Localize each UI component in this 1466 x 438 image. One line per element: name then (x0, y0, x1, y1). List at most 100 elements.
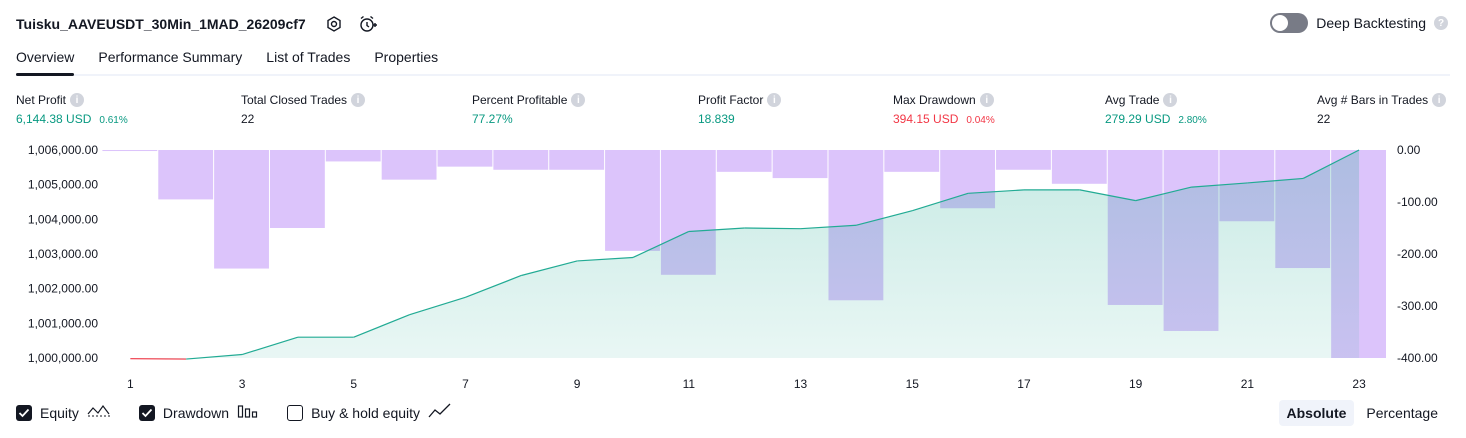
metric-label: Percent Profitable (472, 93, 568, 107)
settings-icon[interactable] (324, 14, 344, 34)
drawdown-bar (437, 150, 493, 167)
metric-percent: 0.04% (966, 115, 995, 126)
drawdown-bar (716, 150, 772, 172)
drawdown-checkbox[interactable] (138, 404, 155, 421)
metric-value: 279.29 USD (1105, 112, 1171, 126)
header: Tuisku_AAVEUSDT_30Min_1MAD_26209cf7 (16, 12, 378, 36)
drawdown-bar (493, 150, 549, 170)
metric-label: Max Drawdown (893, 93, 976, 107)
drawdown-bar (828, 150, 884, 301)
equity-line-segment (1247, 177, 1304, 184)
drawdown-bar (772, 150, 828, 179)
metric-label: Avg # Bars in Trades (1317, 93, 1429, 107)
metric-value: 6,144.38 USD (16, 112, 92, 126)
x-tick-label: 11 (683, 377, 696, 391)
equity-line-segment (577, 256, 634, 262)
metric-label: Profit Factor (698, 93, 764, 107)
deep-backtesting-label: Deep Backtesting (1316, 15, 1426, 31)
tab-overview[interactable]: Overview (16, 46, 75, 76)
equity-line-segment (1302, 149, 1360, 179)
metric-total-closed-trades: Total Closed Trades i 22 (241, 93, 366, 126)
add-alert-icon[interactable] (358, 14, 378, 34)
drawdown-bar (1163, 150, 1219, 331)
help-icon[interactable]: ? (1434, 16, 1448, 30)
metric-percent-profitable: Percent Profitable i 77.27% (472, 93, 586, 126)
legend-drawdown[interactable]: Drawdown (138, 403, 259, 422)
mode-absolute-button[interactable]: Absolute (1278, 400, 1355, 426)
metric-label: Total Closed Trades (241, 93, 348, 107)
metric-label: Net Profit (16, 93, 67, 107)
equity-line-segment (521, 260, 578, 277)
mode-percentage-button[interactable]: Percentage (1358, 400, 1446, 426)
info-icon[interactable]: i (351, 93, 366, 107)
metric-value: 18.839 (698, 112, 735, 126)
y-left-tick-label: 1,006,000.00 (28, 143, 98, 157)
drawdown-bars-icon (237, 403, 259, 422)
drawdown-bar (269, 150, 325, 228)
equity-line-segment (409, 296, 466, 316)
equity-line-segment (353, 314, 410, 338)
info-icon[interactable]: i (767, 93, 782, 107)
metric-value: 22 (1317, 112, 1331, 126)
equity-line-segment (241, 336, 299, 356)
tab-properties[interactable]: Properties (374, 46, 438, 74)
chart-legend: Equity Drawdown Buy & hold equity (16, 403, 452, 422)
drawdown-bar (1219, 150, 1275, 222)
metric-value: 394.15 USD (893, 112, 959, 126)
y-left-tick-label: 1,003,000.00 (28, 247, 98, 261)
equity-checkbox[interactable] (16, 404, 32, 421)
legend-label: Drawdown (162, 404, 230, 421)
drawdown-bar (940, 150, 996, 209)
legend-buy-hold[interactable]: Buy & hold equity (287, 403, 452, 422)
y-left-tick-label: 1,000,000.00 (28, 351, 98, 365)
tab-performance-summary[interactable]: Performance Summary (98, 46, 242, 74)
metric-percent: 2.80% (1178, 115, 1207, 126)
equity-line-segment (1135, 186, 1192, 202)
y-right-tick-label: -100.00 (1397, 195, 1438, 209)
y-right-tick-label: -400.00 (1397, 351, 1438, 365)
drawdown-bar (1275, 150, 1331, 269)
drawdown-bar (884, 150, 940, 172)
x-tick-label: 21 (1241, 377, 1255, 391)
deep-backtesting-toggle[interactable] (1270, 13, 1309, 33)
tab-list-of-trades[interactable]: List of Trades (266, 46, 350, 74)
legend-label: Equity (40, 404, 79, 421)
drawdown-bar (1051, 150, 1107, 184)
x-tick-label: 7 (462, 377, 469, 391)
drawdown-bar (158, 150, 214, 200)
equity-line-icon (87, 403, 111, 422)
metric-avg-trade: Avg Trade i 279.29 USD 2.80% (1105, 93, 1207, 126)
metric-value: 77.27% (472, 112, 513, 126)
tab-bar: Overview Performance Summary List of Tra… (16, 46, 1450, 76)
drawdown-bar (996, 150, 1051, 170)
x-tick-label: 23 (1352, 377, 1366, 391)
y-right-tick-label: 0.00 (1397, 143, 1421, 157)
y-right-tick-label: -200.00 (1397, 247, 1438, 261)
x-tick-label: 3 (239, 377, 246, 391)
metric-value: 22 (241, 112, 255, 126)
display-mode-switch: Absolute Percentage (1278, 400, 1447, 426)
buy-hold-checkbox[interactable] (287, 404, 304, 421)
legend-equity[interactable]: Equity (16, 403, 111, 422)
equity-line-segment (186, 353, 243, 360)
y-left-tick-label: 1,001,000.00 (28, 316, 98, 330)
info-icon[interactable]: i (571, 93, 586, 107)
drawdown-bar (325, 150, 381, 162)
equity-line-segment (1191, 182, 1248, 188)
equity-line-segment (688, 227, 745, 233)
drawdown-bar (214, 150, 269, 269)
y-left-tick-label: 1,002,000.00 (28, 282, 98, 296)
equity-line-segment (1079, 189, 1136, 202)
x-tick-label: 1 (127, 377, 134, 391)
drawdown-bar (102, 150, 158, 152)
drawdown-bar (605, 150, 660, 251)
y-right-tick-label: -300.00 (1397, 299, 1438, 313)
metric-max-drawdown: Max Drawdown i 394.15 USD 0.04% (893, 93, 995, 126)
info-icon[interactable]: i (70, 93, 85, 107)
info-icon[interactable]: i (1432, 93, 1447, 107)
drawdown-bar (549, 150, 605, 170)
info-icon[interactable]: i (979, 93, 994, 107)
equity-line-segment (632, 230, 690, 259)
info-icon[interactable]: i (1163, 93, 1178, 107)
deep-backtesting: Deep Backtesting ? (1270, 13, 1448, 33)
